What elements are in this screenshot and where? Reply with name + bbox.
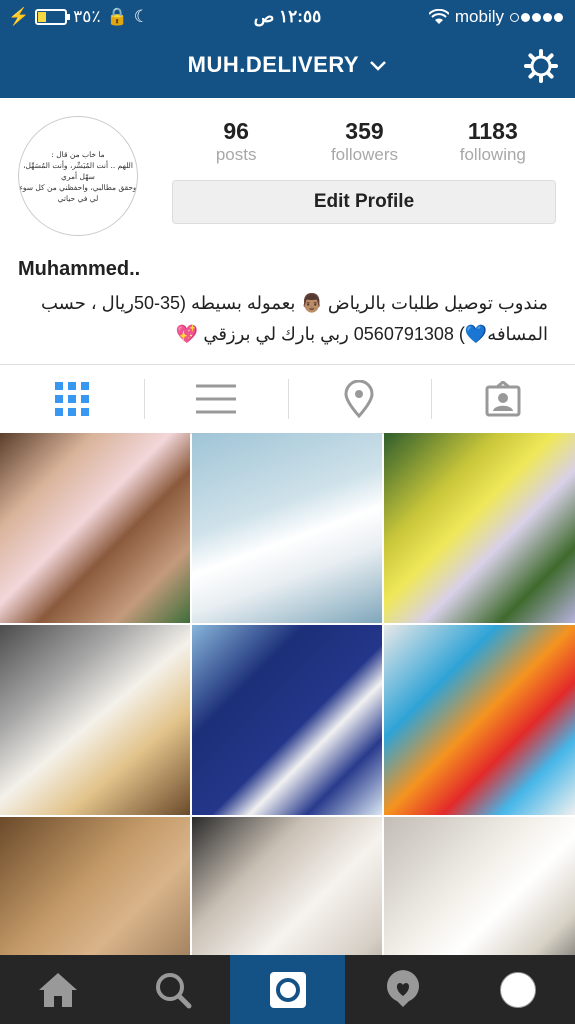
search-icon [155,972,191,1008]
avatar[interactable]: ما خاب من قال : اللهم .. أنت المُيَسِّر،… [18,116,138,236]
post-thumbnail[interactable] [0,625,190,815]
post-thumbnail[interactable] [192,625,382,815]
stat-posts[interactable]: 96 posts [172,118,300,165]
gear-icon[interactable] [523,48,559,84]
following-label: following [459,145,526,164]
signal-icon [510,7,565,27]
nav-bar: MUH.DELIVERY [0,34,575,98]
bio-line-2: المسافه💙) 0560791308 ربي بارك لي برزقي 💖 [175,324,548,344]
tab-tagged-view[interactable] [431,365,575,433]
status-bar: ⚡ ٣٥٪ 🔒 ☾ ١٢:٥٥ ص mobily [0,0,575,34]
profile-view-tabs [0,364,575,434]
photo-grid [0,433,575,1007]
tab-home[interactable] [0,955,115,1024]
tab-camera[interactable] [230,955,345,1024]
avatar-text-1: ما خاب من قال : [51,149,105,159]
post-thumbnail[interactable] [384,625,575,815]
home-icon [38,972,77,1007]
activity-heart-icon [386,969,419,1007]
camera-icon [269,971,306,1008]
list-icon [195,384,236,414]
tab-activity[interactable] [345,955,460,1024]
account-switcher[interactable]: MUH.DELIVERY [0,52,575,78]
username-title: MUH.DELIVERY [187,52,359,77]
tab-grid-view[interactable] [0,365,144,433]
bio-line-1: مندوب توصيل طلبات بالرياض 👨🏽 بعموله بسيط… [41,293,548,313]
edit-profile-button[interactable]: Edit Profile [172,180,556,224]
profile-stats: 96 posts 359 followers 1183 following [172,118,557,165]
bottom-tab-bar [0,955,575,1024]
profile-avatar-icon [499,971,536,1008]
post-thumbnail[interactable] [192,433,382,623]
profile-name: Muhammed.. [18,258,141,280]
profile-header: ما خاب من قال : اللهم .. أنت المُيَسِّر،… [0,98,575,364]
wifi-icon [428,9,449,24]
avatar-text-3: وحقق مطالبي، واحفظني من كل سوء لي في حيا… [19,182,137,203]
stat-following[interactable]: 1183 following [429,118,557,165]
tab-profile[interactable] [460,955,575,1024]
posts-count: 96 [223,118,249,144]
followers-count: 359 [345,118,384,144]
tab-list-view[interactable] [143,365,288,433]
post-thumbnail[interactable] [384,433,575,623]
profile-bio: مندوب توصيل طلبات بالرياض 👨🏽 بعموله بسيط… [18,288,548,350]
stat-followers[interactable]: 359 followers [300,118,428,165]
followers-label: followers [330,145,399,164]
post-thumbnail[interactable] [0,433,190,623]
posts-label: posts [215,145,257,164]
tagged-person-icon [485,381,521,417]
tab-search[interactable] [115,955,230,1024]
location-pin-icon [344,380,374,418]
following-count: 1183 [467,118,518,144]
avatar-text-2: اللهم .. أنت المُيَسِّر، وأنت المُسَهِّل… [23,160,133,181]
chevron-down-icon [370,61,387,71]
carrier-name: mobily [454,7,504,26]
grid-icon [54,382,89,416]
tab-location-view[interactable] [287,365,432,433]
